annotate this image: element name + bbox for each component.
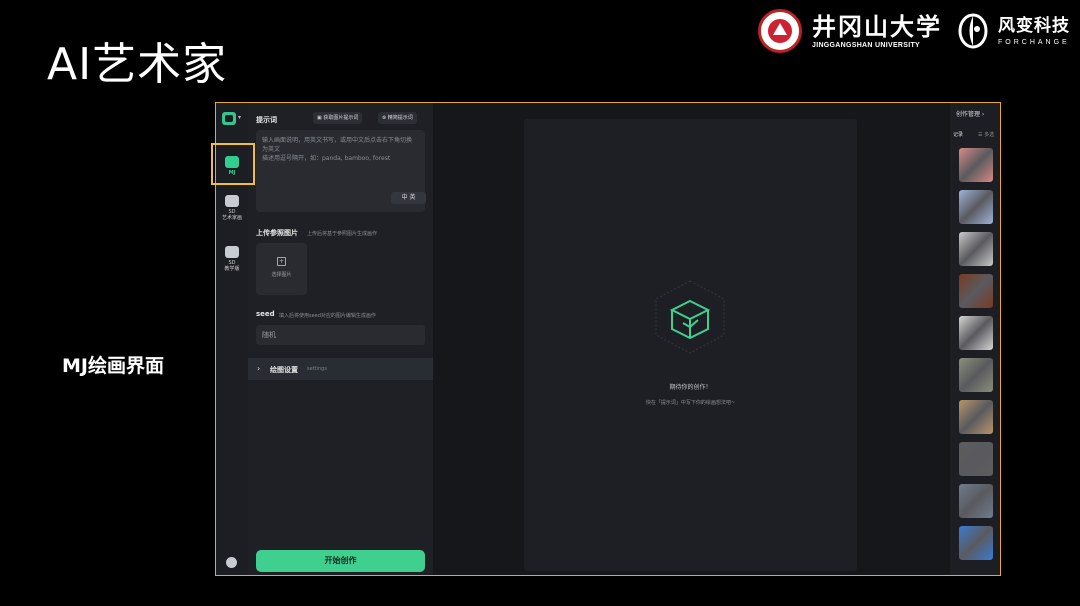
slide-caption: MJ绘画界面: [62, 355, 164, 377]
prompt-input[interactable]: 输入画面说明，用英文书写，或用中文后点击右下角切换为英文 描述用逗号隔开，如：p…: [256, 130, 426, 212]
chevron-right-icon: ›: [257, 364, 261, 373]
history-thumbnail[interactable]: [959, 526, 993, 560]
upload-image-button[interactable]: + 选择图片: [256, 243, 307, 295]
brand-header: 井冈山大学 JINGGANGSHAN UNIVERSITY 风变科技 FORCH…: [758, 6, 1070, 56]
empty-box-icon: [655, 280, 725, 354]
history-panel: 创作管理 › 记录 ☰ 多选: [950, 103, 1000, 575]
drawing-settings-toggle[interactable]: › 绘图设置 settings: [248, 358, 433, 380]
language-toggle-button[interactable]: 中 英: [391, 192, 426, 204]
refine-prompt-label: 精简提示词: [387, 115, 413, 121]
rail-item-sublabel: 艺术家画: [221, 215, 242, 221]
settings-label: 绘图设置: [270, 366, 298, 374]
seed-hint: 填入后将使用seed对应的图片编辑生成画作: [279, 313, 376, 319]
app-logo-icon[interactable]: [222, 112, 236, 125]
history-thumbnail[interactable]: [959, 148, 993, 182]
upload-label: 上传参照图片: [256, 229, 298, 237]
rail-item-sublabel: 教学版: [224, 266, 240, 272]
start-create-button[interactable]: 开始创作: [256, 550, 425, 572]
forchange-logo-icon: [958, 13, 988, 49]
prompt-label: 提示词: [256, 116, 277, 124]
records-tab[interactable]: 记录: [953, 131, 963, 138]
company-name-cn: 风变科技: [998, 16, 1070, 36]
rail-item-sd-teaching[interactable]: SD 教学版: [216, 246, 248, 272]
university-name-cn: 井冈山大学: [812, 11, 942, 41]
upload-button-label: 选择图片: [271, 272, 292, 278]
slide-title: AI艺术家: [47, 39, 228, 90]
university-name-en: JINGGANGSHAN UNIVERSITY: [812, 41, 921, 49]
seed-label: seed: [256, 310, 275, 318]
image-prompt-label: 获取图片提示词: [323, 115, 359, 121]
company-logo: 风变科技 FORCHANGE: [998, 16, 1070, 46]
creation-manage-link[interactable]: 创作管理 ›: [956, 109, 984, 118]
company-name-en: FORCHANGE: [998, 39, 1070, 46]
history-thumbnail[interactable]: [959, 274, 993, 308]
add-image-icon: +: [277, 257, 286, 266]
history-thumbnail[interactable]: [959, 232, 993, 266]
history-thumbnail[interactable]: [959, 358, 993, 392]
history-thumbnail[interactable]: [959, 316, 993, 350]
history-thumbnail[interactable]: [959, 190, 993, 224]
history-thumbnail[interactable]: [959, 484, 993, 518]
thumbnail-list: [959, 148, 993, 568]
prompt-placeholder: 输入画面说明，用英文书写，或用中文后点击右下角切换为英文 描述用逗号隔开，如：p…: [262, 137, 413, 162]
mj-highlight-box: [211, 143, 255, 185]
mj-app-window: ▾ MJ SD 艺术家画 SD 教学版 提示词 ▣ 获取图片提示词 ⊗ 精简提示…: [215, 102, 1001, 576]
user-avatar-icon[interactable]: [226, 557, 237, 568]
result-canvas: 期待你的创作！ 快在「提示词」中写下你的绘画想法吧~: [524, 119, 857, 571]
history-thumbnail[interactable]: [959, 442, 993, 476]
settings-sublabel: settings: [307, 366, 327, 372]
upload-hint: 上传后将基于参照图片生成画作: [307, 231, 378, 237]
empty-state-title: 期待你的创作！: [669, 384, 712, 391]
chat-icon: [225, 246, 239, 258]
university-seal-icon: [758, 9, 802, 53]
chat-icon: [225, 195, 239, 207]
prompt-panel: 提示词 ▣ 获取图片提示词 ⊗ 精简提示词 输入画面说明，用英文书写，或用中文后…: [248, 103, 433, 575]
refine-prompt-button[interactable]: ⊗ 精简提示词: [378, 112, 417, 124]
seed-input[interactable]: 随机: [256, 325, 425, 345]
multi-select-button[interactable]: ☰ 多选: [978, 131, 994, 138]
chevron-down-icon[interactable]: ▾: [238, 114, 241, 121]
rail-item-sd-art[interactable]: SD 艺术家画: [216, 195, 248, 221]
university-logo: 井冈山大学 JINGGANGSHAN UNIVERSITY: [812, 11, 942, 49]
empty-state-subtitle: 快在「提示词」中写下你的绘画想法吧~: [645, 400, 736, 406]
history-thumbnail[interactable]: [959, 400, 993, 434]
image-prompt-button[interactable]: ▣ 获取图片提示词: [313, 112, 363, 124]
